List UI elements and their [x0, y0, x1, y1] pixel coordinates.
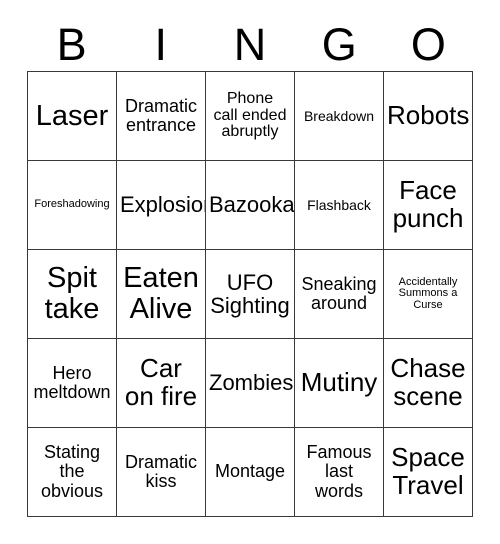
bingo-header-letter-g: G	[321, 19, 357, 70]
bingo-cell-n3[interactable]: UFO Sighting	[206, 250, 295, 339]
bingo-cell-g2[interactable]: Flashback	[295, 161, 384, 250]
bingo-cell-i2[interactable]: Explosion	[117, 161, 206, 250]
bingo-cell-label: Famous last words	[306, 442, 372, 501]
bingo-cell-o4[interactable]: Chase scene	[384, 339, 473, 428]
bingo-grid: Laser Dramatic entrance Phone call ended…	[27, 71, 473, 517]
bingo-cell-b5[interactable]: Stating the obvious	[28, 428, 117, 517]
bingo-header-letter-n: N	[233, 19, 267, 70]
bingo-cell-label: Montage	[214, 461, 286, 482]
bingo-cell-label: Car on fire	[124, 353, 198, 411]
bingo-cell-g3[interactable]: Sneaking around	[295, 250, 384, 339]
bingo-cell-i4[interactable]: Car on fire	[117, 339, 206, 428]
bingo-cell-label: Eaten Alive	[123, 262, 199, 325]
bingo-cell-g5[interactable]: Famous last words	[295, 428, 384, 517]
bingo-cell-g4[interactable]: Mutiny	[295, 339, 384, 428]
bingo-cell-label: Dramatic entrance	[124, 95, 197, 135]
bingo-cell-b3[interactable]: Spit take	[28, 250, 117, 339]
bingo-cell-i5[interactable]: Dramatic kiss	[117, 428, 206, 517]
bingo-cell-b2[interactable]: Foreshadowing	[28, 161, 117, 250]
bingo-cell-i1[interactable]: Dramatic entrance	[117, 72, 206, 161]
bingo-card: B I N G O Laser Dramatic entrance Phone …	[0, 0, 500, 544]
bingo-cell-o1[interactable]: Robots	[384, 72, 473, 161]
bingo-cell-g1[interactable]: Breakdown	[295, 72, 384, 161]
bingo-cell-label: Dramatic kiss	[124, 451, 197, 491]
bingo-cell-label: Breakdown	[303, 107, 375, 124]
bingo-cell-label: UFO Sighting	[210, 269, 290, 318]
bingo-cell-label: Sneaking around	[301, 273, 377, 313]
bingo-cell-label: Flashback	[307, 196, 371, 213]
bingo-cell-label: Accidentally Summons a Curse	[398, 275, 458, 311]
bingo-cell-label: Foreshadowing	[34, 198, 110, 211]
bingo-cell-n1[interactable]: Phone call ended abruptly	[206, 72, 295, 161]
bingo-cell-o5[interactable]: Space Travel	[384, 428, 473, 517]
bingo-header-letter-i: I	[154, 19, 168, 70]
bingo-cell-n4[interactable]: Zombies	[206, 339, 295, 428]
bingo-cell-label: Space Travel	[391, 442, 465, 500]
bingo-cell-o3[interactable]: Accidentally Summons a Curse	[384, 250, 473, 339]
bingo-cell-label: Laser	[35, 99, 109, 132]
bingo-cell-label: Phone call ended abruptly	[213, 89, 287, 141]
bingo-header-row: B I N G O	[27, 18, 473, 71]
bingo-cell-label: Chase scene	[390, 353, 466, 411]
bingo-cell-label: Explosion	[120, 192, 206, 218]
bingo-cell-b4[interactable]: Hero meltdown	[28, 339, 117, 428]
bingo-header-letter-o: O	[410, 19, 446, 70]
bingo-cell-o2[interactable]: Face punch	[384, 161, 473, 250]
bingo-cell-label: Hero meltdown	[33, 362, 111, 402]
bingo-cell-label: Face punch	[392, 175, 464, 233]
bingo-cell-i3[interactable]: Eaten Alive	[117, 250, 206, 339]
bingo-cell-label: Robots	[387, 100, 470, 131]
bingo-cell-label: Zombies	[209, 370, 294, 396]
bingo-cell-label: Bazooka	[209, 192, 295, 218]
bingo-cell-n2[interactable]: Bazooka	[206, 161, 295, 250]
bingo-cell-n5[interactable]: Montage	[206, 428, 295, 517]
bingo-cell-label: Spit take	[44, 262, 100, 325]
bingo-header-letter-b: B	[56, 19, 87, 70]
bingo-cell-label: Mutiny	[300, 367, 378, 398]
bingo-cell-label: Stating the obvious	[40, 442, 104, 501]
bingo-cell-b1[interactable]: Laser	[28, 72, 117, 161]
